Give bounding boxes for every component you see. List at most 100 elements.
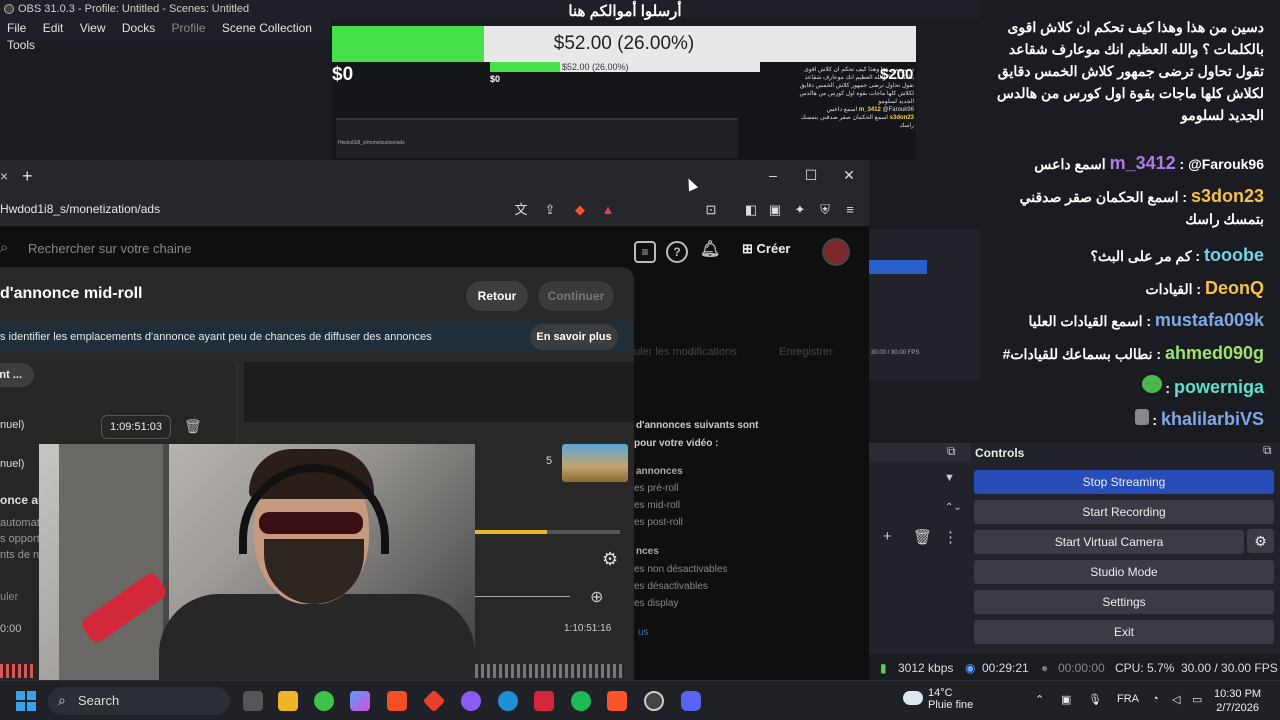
avatar[interactable] [822,238,850,266]
bell-icon[interactable]: 🔔︎ [699,241,721,263]
delete-icon[interactable]: 🗑︎ [184,418,202,435]
maximize-icon[interactable]: ☐ [801,167,821,184]
menu-docks[interactable]: Docks [115,18,161,35]
chat-message: tooobe : كم مر على البث؟ [1090,245,1264,265]
edge-icon[interactable] [498,691,518,711]
comments-icon[interactable]: ≡ [634,241,656,263]
taskbar-search[interactable]: ⌕ Search [48,687,230,715]
wallet-icon[interactable]: ▣ [766,201,784,219]
translate-icon[interactable]: 文 [512,201,530,219]
spotify-icon[interactable] [571,691,591,711]
gear-icon[interactable]: ⚙ [1247,529,1274,553]
video-thumbnail [562,444,628,482]
undock-icon[interactable]: ⧉ [1263,443,1272,458]
chevron-up-icon[interactable]: ⌃ [1035,693,1044,706]
nested-chat-line: s3don23 اسمع الحكمان صقر صدقني بتمسك راس… [792,114,914,130]
wps-icon[interactable] [534,691,554,711]
messenger-icon[interactable] [461,691,481,711]
weather-widget[interactable]: 14°C Pluie fine [900,687,973,711]
row-label: s opport [0,533,40,545]
windows-start-icon[interactable] [16,691,36,711]
minimize-icon[interactable]: – [763,167,783,183]
donation-goal-bar: $52.00 (26.00%) [332,26,916,62]
info-banner: s identifier les emplacements d'annonce … [0,322,634,352]
discord-icon[interactable] [681,691,701,711]
spinner-icon[interactable]: ⌃⌄ [945,502,962,513]
settings-button[interactable]: Settings [974,590,1274,614]
copilot-icon[interactable] [350,691,370,711]
menu-edit[interactable]: Edit [36,18,70,35]
side-text: annonces [636,466,683,477]
obs-logo-icon [4,4,14,14]
file-explorer-icon[interactable] [278,691,298,711]
learn-more-button[interactable]: En savoir plus [530,324,618,350]
more-icon[interactable]: ⋮ [943,528,958,546]
continue-button[interactable]: Continuer [538,281,614,311]
clock[interactable]: 10:30 PM 2/7/2026 [1214,687,1261,715]
trash-icon[interactable]: 🗑︎ [913,528,932,546]
obs-icon[interactable] [644,691,664,711]
xbox-icon[interactable] [314,691,334,711]
discard-changes-button[interactable]: uler les modifications [634,346,737,358]
webcam-background [59,444,169,690]
temperature: 14°C [928,687,953,699]
side-link[interactable]: us [638,627,649,638]
start-virtual-camera-button[interactable]: Start Virtual Camera [974,530,1244,554]
start-recording-button[interactable]: Start Recording [974,500,1274,524]
back-button[interactable]: Retour [466,281,528,311]
cpu-usage: CPU: 5.7% [1115,661,1175,675]
brave-shield-icon[interactable]: ◆ [571,201,589,219]
brave-rewards-icon[interactable]: ▲ [599,201,617,219]
search-input[interactable]: ⌕ Rechercher sur votre chaine [0,239,600,256]
obs-sources-preview: 30.00 / 30.00 FPS [869,230,980,380]
close-tab-icon[interactable]: × [0,168,8,184]
keyboard-language[interactable]: FRA [1117,693,1139,705]
browser-tab-bar: × + – ☐ ✕ [0,160,869,193]
zoom-in-icon[interactable]: ⊕ [590,587,603,607]
row-label: automat [0,517,40,529]
emote-icon [1141,375,1162,393]
volume-icon[interactable]: ◁ [1172,693,1180,706]
menu-tools[interactable]: Tools [0,35,41,52]
save-button[interactable]: Enregistrer [779,346,833,358]
obs-menu-bar: File Edit View Docks Profile Scene Colle… [0,18,330,52]
nested-goal-fill [490,62,560,72]
gear-icon[interactable]: ⚙ [602,549,618,570]
menu-scene-collection[interactable]: Scene Collection [215,18,318,35]
chat-username: khalilarbiVS [1160,409,1264,429]
menu-profile[interactable]: Profile [165,18,212,35]
studio-mode-button[interactable]: Studio Mode [974,560,1274,584]
auto-place-button[interactable]: nt ... [0,363,34,387]
close-window-icon[interactable]: ✕ [839,167,859,184]
new-tab-icon[interactable]: + [22,166,33,187]
sidebar-icon[interactable]: ◧ [742,201,760,219]
help-icon[interactable]: ? [666,241,688,263]
menu-icon[interactable]: ≡ [841,201,859,219]
add-icon[interactable]: + [883,528,892,545]
task-view-icon[interactable] [243,691,263,711]
stop-streaming-button[interactable]: Stop Streaming [974,470,1274,494]
audio-mixer-panel: ⧉ ▼ ⌃⌄ + 🗑︎ ⋮ [869,443,971,654]
tray-app-icon[interactable]: ▣ [1061,693,1071,706]
leo-ai-icon[interactable]: ✦ [791,201,809,219]
menu-file[interactable]: File [0,18,32,35]
screenshot-icon[interactable]: ⊡ [702,201,720,219]
ad-time-input[interactable]: 1:09:51:03 [101,415,171,439]
store-icon[interactable] [387,691,407,711]
battery-icon[interactable]: ▭ [1192,693,1202,706]
chevron-down-icon[interactable]: ▼ [944,472,955,484]
share-icon[interactable]: ⇪ [541,201,559,219]
vpn-icon[interactable]: ⛨ [816,201,834,219]
dialog-preview-panel [244,362,634,422]
undock-icon[interactable]: ⧉ [947,444,956,459]
wifi-icon[interactable]: ◔ [1152,693,1159,705]
timeline-track[interactable] [475,596,570,597]
brave-icon[interactable] [607,691,627,711]
microphone-icon[interactable]: 🎙︎ [1088,693,1102,706]
menu-view[interactable]: View [73,18,112,35]
create-button[interactable]: ⊞ Créer [742,241,790,257]
url-text[interactable]: Hwdod1i8_s/monetization/ads [0,202,160,216]
cancel-label[interactable]: uler [0,591,18,603]
exit-button[interactable]: Exit [974,620,1274,644]
app-icon[interactable] [422,689,446,713]
